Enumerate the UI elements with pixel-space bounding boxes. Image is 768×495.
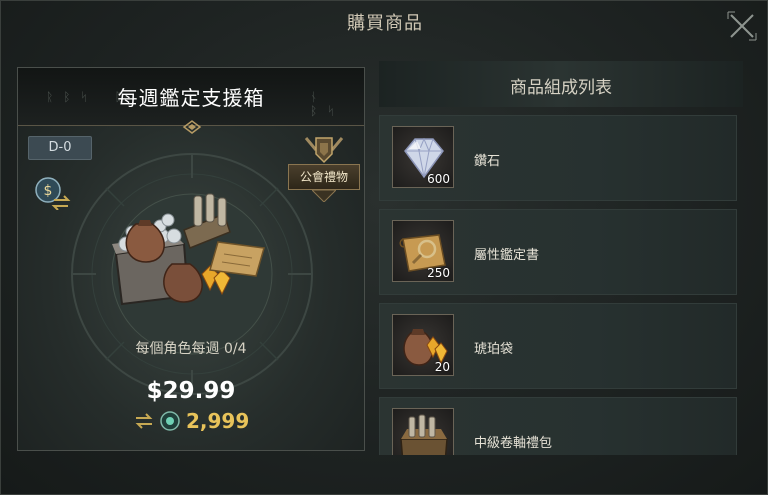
support-box-image	[112, 193, 265, 306]
contents-list: 600 鑽石 250 屬性鑑定書 20 琥珀袋 中級卷軸禮包	[379, 115, 737, 455]
close-button[interactable]	[725, 9, 759, 43]
guild-gift-tag: 公會禮物	[286, 134, 362, 206]
pack-title: 每週鑑定支援箱	[117, 86, 265, 110]
item-icon-frame: 250	[392, 220, 454, 282]
svg-text:$: $	[44, 183, 53, 199]
guild-crest-icon	[304, 137, 344, 164]
list-item[interactable]: 20 琥珀袋	[379, 303, 737, 389]
contents-header-text: 商品組成列表	[510, 78, 612, 98]
item-name: 琥珀袋	[474, 342, 514, 357]
window-title: 購買商品	[347, 13, 423, 34]
ornament-icon	[182, 120, 202, 134]
item-name: 中級卷軸禮包	[474, 436, 553, 451]
pack-panel: ᚱᛒᛋ ᛈ ᚾ ᛒᛋ 每週鑑定支援箱 D-0 $ 公會禮物 每個角色每週 0/4…	[17, 67, 365, 451]
crystal-coin-icon	[160, 411, 180, 431]
item-icon-frame: 600	[392, 126, 454, 188]
item-icon-frame	[392, 408, 454, 455]
item-icon-frame: 20	[392, 314, 454, 376]
guild-gift-label: 公會禮物	[288, 164, 360, 190]
currency-swap-icon[interactable]: $	[32, 176, 72, 210]
item-quantity: 600	[427, 172, 450, 186]
tag-tail-icon	[312, 190, 336, 202]
item-quantity: 250	[427, 266, 450, 280]
contents-header: 商品組成列表	[379, 61, 743, 107]
list-item[interactable]: 中級卷軸禮包	[379, 397, 737, 455]
item-name: 屬性鑑定書	[474, 248, 540, 263]
price: $29.99	[146, 378, 236, 404]
item-name: 鑽石	[474, 154, 501, 169]
swap-arrows-icon	[135, 413, 153, 429]
days-remaining-badge: D-0	[28, 136, 92, 160]
item-quantity: 20	[434, 360, 450, 374]
purchase-limit: 每個角色每週 0/4	[135, 341, 247, 357]
purchase-window: 購買商品 ᚱᛒᛋ ᛈ ᚾ ᛒᛋ 每週鑑定支援箱 D-0 $ 公會禮物 每個角色每…	[0, 0, 768, 495]
close-icon	[727, 11, 757, 41]
scroll-chest-icon	[400, 414, 448, 455]
alt-price-amount: 2,999	[186, 409, 250, 433]
alt-price: 2,999	[134, 408, 249, 434]
list-item[interactable]: 250 屬性鑑定書	[379, 209, 737, 295]
list-item[interactable]: 600 鑽石	[379, 115, 737, 201]
